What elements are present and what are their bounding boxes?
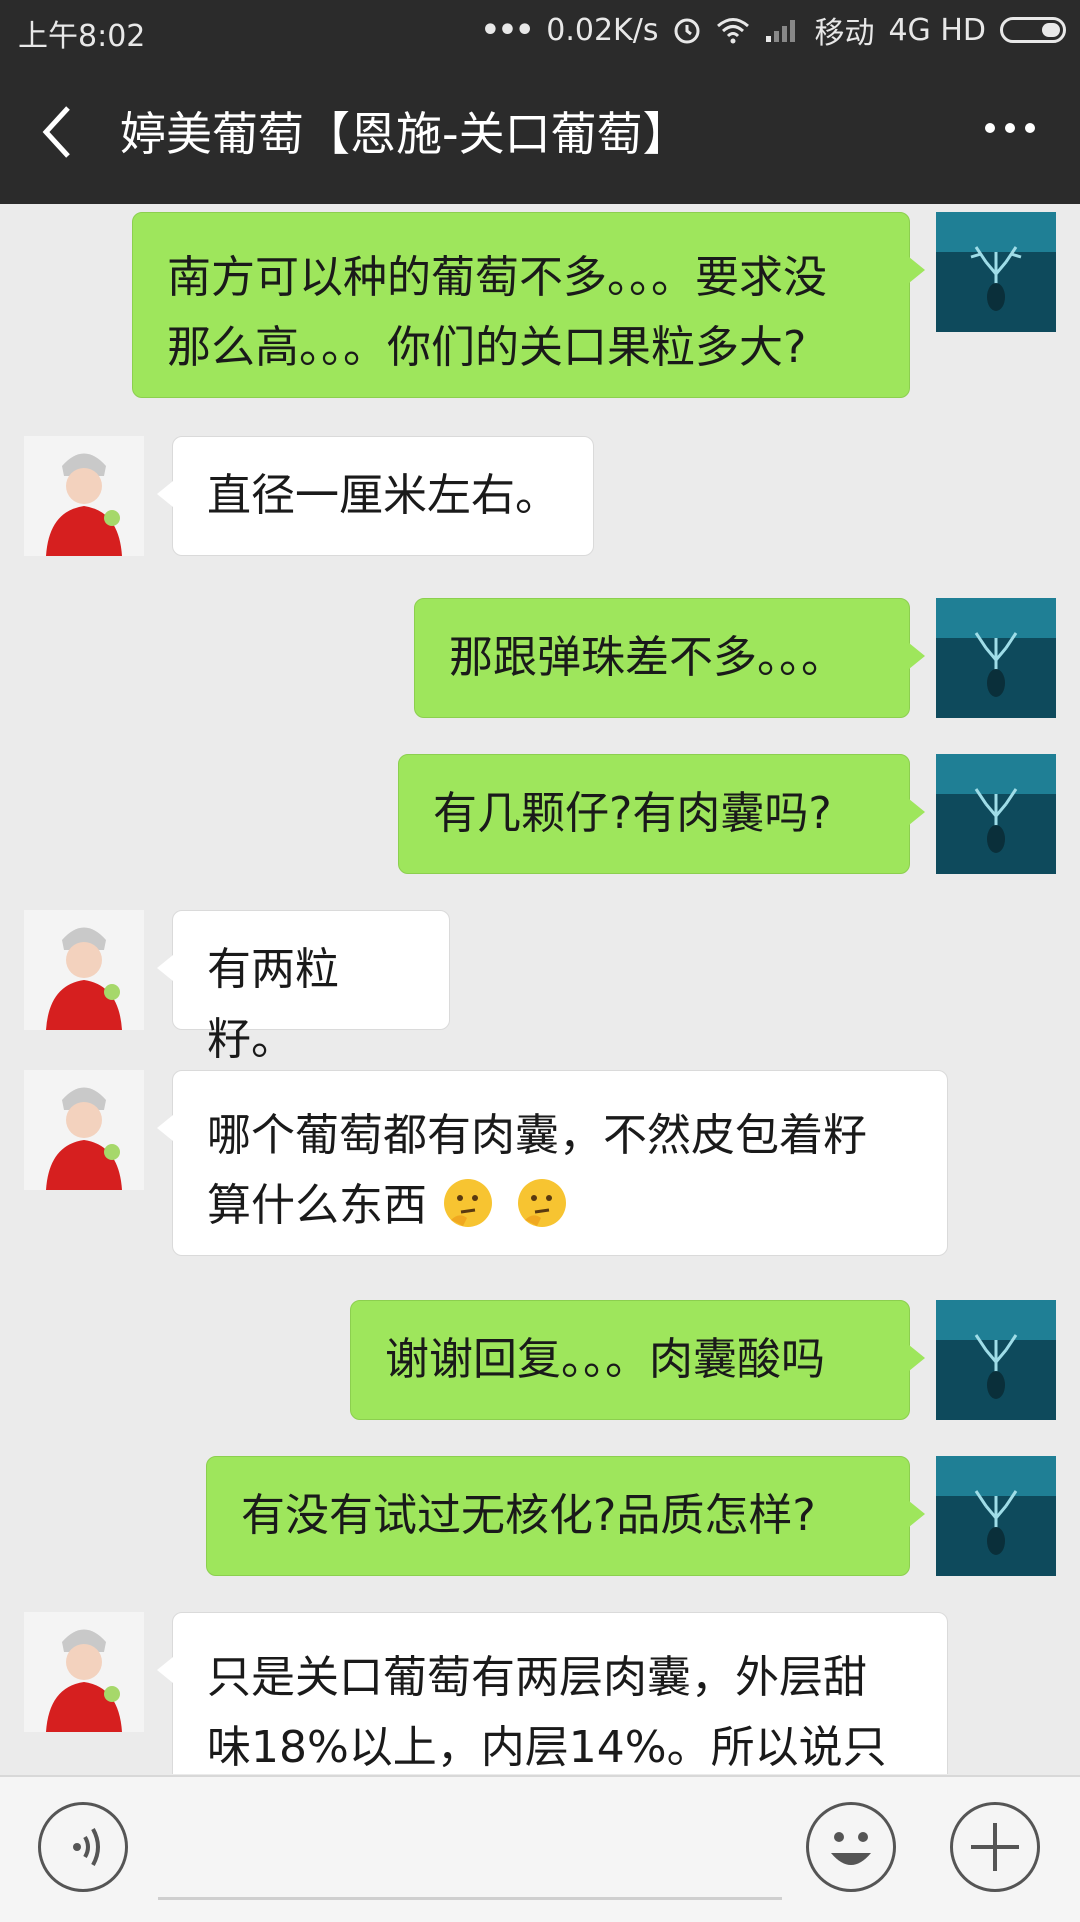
woman-avatar-icon [24, 1612, 144, 1732]
my-avatar[interactable] [936, 1456, 1056, 1576]
message-bubble-received[interactable]: 有两粒籽。 [157, 910, 450, 1065]
thinking-face-emoji-icon [518, 1179, 566, 1227]
status-bar: 上午8:02 ••• 0.02K/s 移动 4G HD [0, 0, 1080, 60]
woman-avatar-icon [24, 1070, 144, 1190]
chat-title: 婷美葡萄【恩施-关口葡萄】 [120, 107, 689, 161]
more-options-icon[interactable] [980, 118, 1040, 138]
message-bubble-sent[interactable]: 谢谢回复。。。肉囊酸吗 [350, 1300, 925, 1420]
thinking-face-emoji-icon [444, 1179, 492, 1227]
status-indicators: ••• 0.02K/s 移动 4G HD [481, 8, 1066, 52]
my-avatar[interactable] [936, 754, 1056, 874]
chat-header: 婷美葡萄【恩施-关口葡萄】 [0, 60, 1080, 204]
carrier-name: 移动 [814, 16, 875, 51]
message-bubble-received[interactable]: 只是关口葡萄有两层肉囊，外层甜 味18%以上，内层14%。所以说只 [157, 1612, 948, 1774]
plus-icon [971, 1823, 1019, 1871]
message-bubble-sent[interactable]: 南方可以种的葡萄不多。。。要求没 那么高。。。你们的关口果粒多大? [132, 212, 925, 398]
contact-avatar[interactable] [24, 436, 144, 556]
status-time: 上午8:02 [18, 19, 146, 54]
message-text: 那跟弹珠差不多。。。 [449, 632, 845, 683]
my-avatar[interactable] [936, 598, 1056, 718]
back-arrow-icon[interactable] [38, 104, 78, 160]
message-text: 直径一厘米左右。 [207, 470, 559, 521]
message-text: 哪个葡萄都有肉囊，不然皮包着籽 [207, 1110, 867, 1161]
my-avatar[interactable] [936, 1300, 1056, 1420]
message-text: 有两粒籽。 [207, 944, 339, 1065]
woman-avatar-icon [24, 436, 144, 556]
woman-avatar-icon [24, 910, 144, 1030]
message-text: 算什么东西 [207, 1180, 427, 1231]
message-text: 南方可以种的葡萄不多。。。要求没 [167, 252, 827, 303]
deer-head-avatar-icon [936, 598, 1056, 718]
message-bubble-sent[interactable]: 那跟弹珠差不多。。。 [414, 598, 925, 718]
contact-avatar[interactable] [24, 1070, 144, 1190]
notification-dots-icon: ••• [480, 12, 535, 48]
signal-icon [766, 20, 796, 42]
message-text: 有没有试过无核化?品质怎样? [241, 1490, 816, 1541]
message-text: 谢谢回复。。。肉囊酸吗 [385, 1334, 825, 1385]
emoji-button[interactable] [806, 1802, 896, 1892]
message-bubble-received[interactable]: 直径一厘米左右。 [157, 436, 594, 556]
network-type: 4G HD [888, 12, 986, 48]
voice-icon [73, 1828, 100, 1866]
wifi-icon [717, 18, 750, 44]
deer-head-avatar-icon [936, 754, 1056, 874]
input-bar [0, 1775, 1080, 1922]
message-text: 那么高。。。你们的关口果粒多大? [167, 322, 807, 373]
message-input[interactable] [158, 1807, 782, 1900]
deer-head-avatar-icon [936, 1300, 1056, 1420]
message-list[interactable]: 南方可以种的葡萄不多。。。要求没 那么高。。。你们的关口果粒多大? 直径一厘米左… [0, 204, 1080, 1774]
contact-avatar[interactable] [24, 910, 144, 1030]
message-text: 味18%以上，内层14%。所以说只 [207, 1722, 887, 1773]
message-bubble-received[interactable]: 哪个葡萄都有肉囊，不然皮包着籽 算什么东西 [157, 1070, 948, 1256]
my-avatar[interactable] [936, 212, 1056, 332]
more-functions-button[interactable] [950, 1802, 1040, 1892]
contact-avatar[interactable] [24, 1612, 144, 1732]
alarm-icon [674, 18, 700, 44]
smiley-icon [831, 1832, 871, 1865]
message-bubble-sent[interactable]: 有几颗仔?有肉囊吗? [398, 754, 925, 874]
message-text: 只是关口葡萄有两层肉囊，外层甜 [207, 1652, 867, 1703]
voice-input-button[interactable] [38, 1802, 128, 1892]
message-bubble-sent[interactable]: 有没有试过无核化?品质怎样? [206, 1456, 925, 1576]
battery-icon [1000, 17, 1066, 43]
message-text: 有几颗仔?有肉囊吗? [433, 788, 832, 839]
network-speed: 0.02K/s [546, 12, 659, 48]
deer-head-avatar-icon [936, 1456, 1056, 1576]
deer-head-avatar-icon [936, 212, 1056, 332]
